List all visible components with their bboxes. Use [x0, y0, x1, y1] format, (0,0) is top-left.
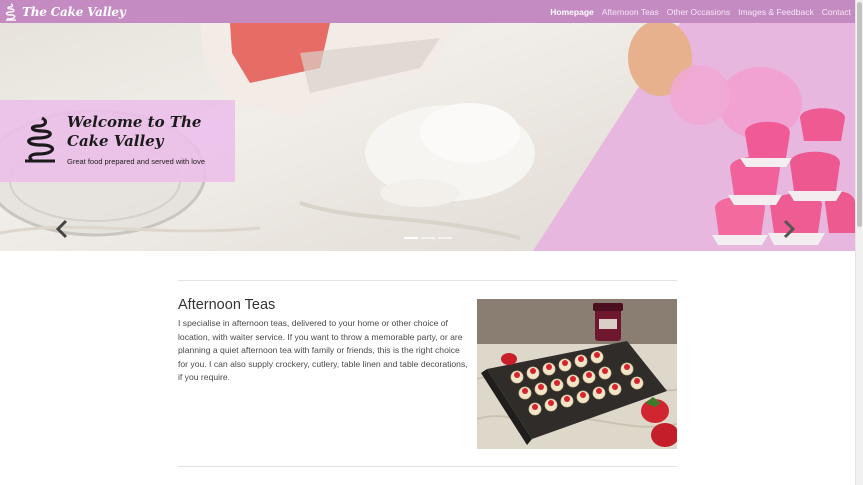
- carousel-prev-arrow-icon[interactable]: [55, 219, 69, 239]
- section-title: Afternoon Teas: [178, 297, 276, 313]
- carousel-indicator-3[interactable]: [438, 237, 452, 239]
- nav-link-homepage[interactable]: Homepage: [550, 7, 593, 17]
- scrollbar-thumb[interactable]: [857, 2, 862, 227]
- nav-link-contact[interactable]: Contact: [822, 7, 851, 17]
- hero-subtitle: Great food prepared and served with love: [67, 157, 205, 166]
- nav-link-images-feedback[interactable]: Images & Feedback: [738, 7, 814, 17]
- brand-link[interactable]: The Cake Valley: [4, 2, 126, 21]
- navbar: The Cake Valley Homepage Afternoon Teas …: [0, 0, 855, 23]
- page-scrollbar[interactable]: [855, 0, 863, 485]
- section-description: I specialise in afternoon teas, delivere…: [178, 318, 468, 382]
- nav-link-other-occasions[interactable]: Other Occasions: [667, 7, 730, 17]
- carousel-next-arrow-icon[interactable]: [782, 219, 796, 239]
- afternoon-tea-photo: [477, 299, 677, 449]
- cake-logo-icon: [25, 116, 55, 163]
- hero-carousel: Welcome to The Cake Valley Great food pr…: [0, 23, 855, 251]
- section-divider-bottom: [178, 466, 677, 467]
- section-divider-top: [178, 280, 677, 281]
- carousel-indicators: [404, 237, 455, 239]
- hero-caption: Welcome to The Cake Valley Great food pr…: [0, 100, 235, 182]
- nav-link-afternoon-teas[interactable]: Afternoon Teas: [602, 7, 659, 17]
- carousel-indicator-2[interactable]: [421, 237, 435, 239]
- nav-links: Homepage Afternoon Teas Other Occasions …: [542, 0, 851, 23]
- hero-title: Welcome to The Cake Valley: [67, 113, 202, 150]
- brand-name: The Cake Valley: [22, 4, 126, 19]
- afternoon-tea-image: [477, 299, 677, 449]
- cake-logo-icon: [5, 2, 16, 21]
- carousel-indicator-1[interactable]: [404, 237, 418, 239]
